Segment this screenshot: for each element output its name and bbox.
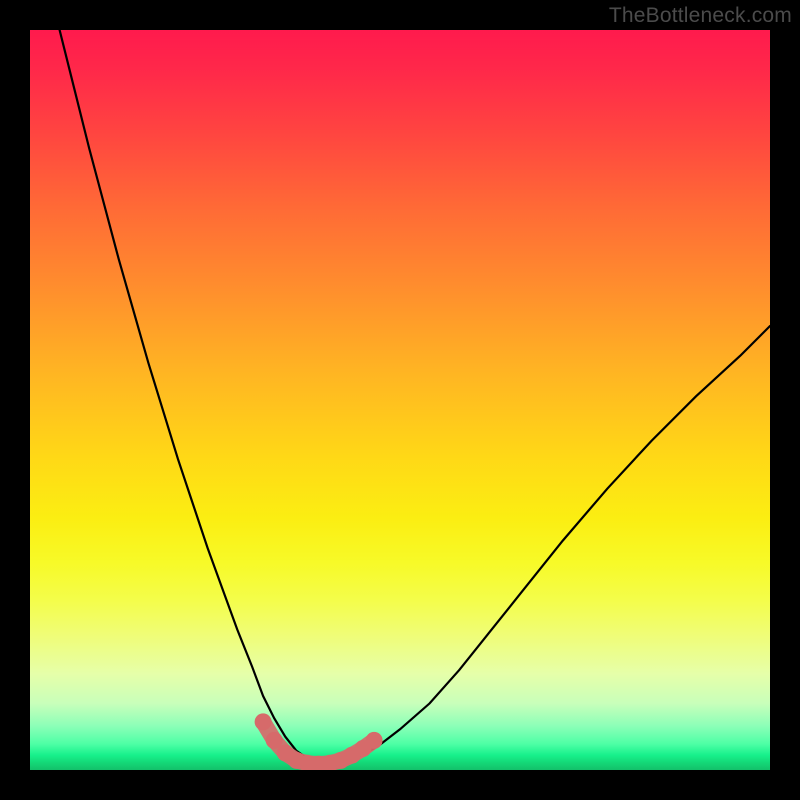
watermark-text: TheBottleneck.com bbox=[609, 4, 792, 28]
chart-svg bbox=[30, 30, 770, 770]
chart-frame: TheBottleneck.com bbox=[0, 0, 800, 800]
bottleneck-curve bbox=[60, 30, 770, 766]
plot-area bbox=[30, 30, 770, 770]
optimal-band-markers bbox=[255, 713, 383, 770]
